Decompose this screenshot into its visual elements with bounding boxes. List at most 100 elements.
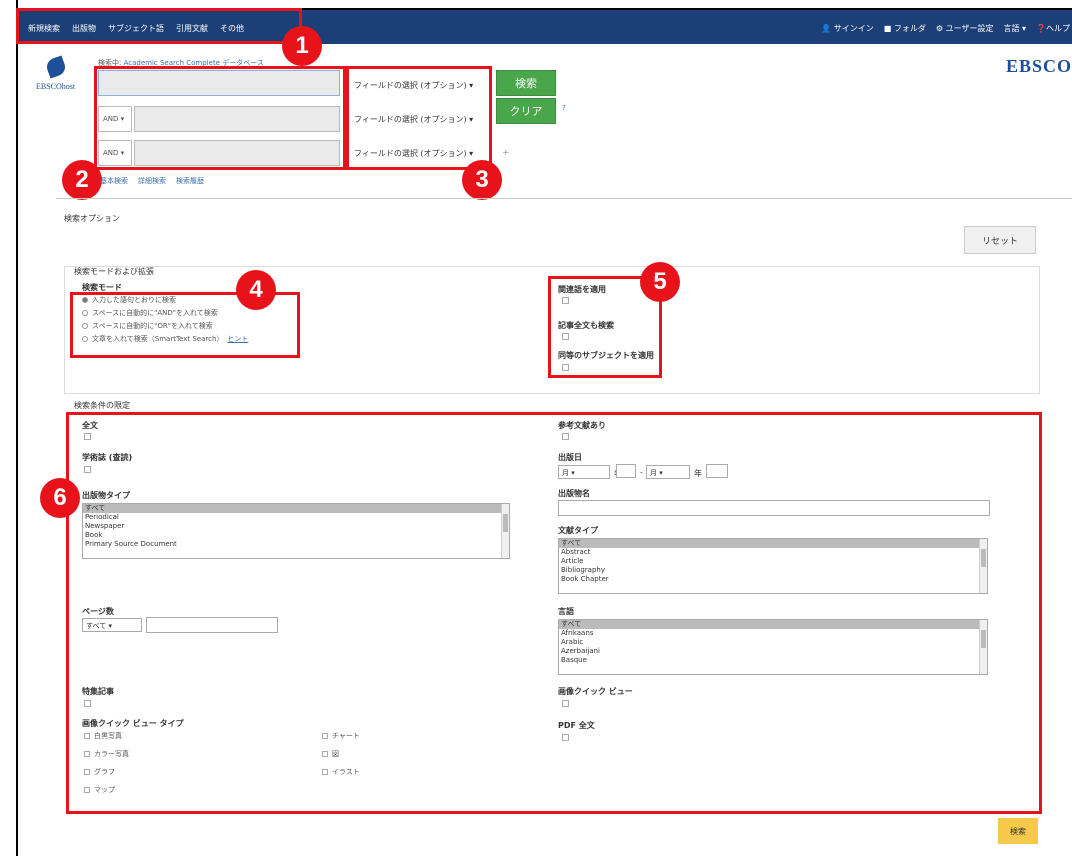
image-type-col1: 白黒写真 カラー写真 グラフ マップ: [84, 730, 129, 796]
bottom-search-button[interactable]: 検索: [998, 818, 1038, 844]
mode-section-title: 検索モードおよび拡張: [74, 267, 154, 276]
help-question-icon[interactable]: ?: [562, 104, 566, 112]
search-history-link[interactable]: 検索履歴: [176, 176, 204, 186]
lang-option[interactable]: Arabic: [559, 638, 987, 647]
pubtype-list[interactable]: すべて Periodical Newspaper Book Primary So…: [82, 503, 510, 559]
fulltext-label: 全文: [82, 421, 98, 430]
leaf-icon: [44, 55, 68, 79]
language-link[interactable]: 言語 ▾: [1003, 23, 1026, 34]
pubtype-label: 出版物タイプ: [82, 491, 130, 500]
sign-in-link[interactable]: 👤 サインイン: [821, 23, 874, 34]
references-checkbox[interactable]: [562, 433, 569, 440]
reset-button[interactable]: リセット: [964, 226, 1036, 254]
pdf-fulltext-label: PDF 全文: [558, 721, 595, 730]
pubtype-option[interactable]: Periodical: [83, 513, 509, 522]
callout-badge-3: 3: [462, 160, 502, 200]
top-right-links: 👤 サインイン ■ フォルダ ⚙ ユーザー設定 言語 ▾ ❓ヘルプ: [821, 23, 1070, 34]
add-row-icon[interactable]: +: [502, 148, 510, 158]
pubtype-scrollbar[interactable]: [501, 504, 509, 558]
image-type-chart[interactable]: チャート: [322, 730, 360, 742]
checkbox-icon: [84, 787, 90, 793]
pages-select[interactable]: すべて ▾: [82, 618, 142, 632]
pubtype-option[interactable]: すべて: [83, 504, 509, 513]
pubdate-year-to[interactable]: [706, 464, 728, 478]
scholarly-checkbox[interactable]: [84, 466, 91, 473]
ebsco-brand: EBSCO: [1005, 56, 1072, 76]
checkbox-icon: [322, 733, 328, 739]
help-label: ヘルプ: [1046, 24, 1070, 33]
advanced-search-link[interactable]: 詳細検索: [138, 176, 166, 186]
help-link[interactable]: ❓ヘルプ: [1036, 23, 1070, 34]
month-to-value: 月: [650, 469, 657, 477]
date-dash: -: [640, 468, 643, 477]
image-type-diagram[interactable]: 図: [322, 748, 360, 760]
pubtype-option[interactable]: Primary Source Document: [83, 540, 509, 549]
basic-search-link[interactable]: 基本検索: [100, 176, 128, 186]
lang-option[interactable]: Basque: [559, 656, 987, 665]
lang-label: 言語: [558, 607, 574, 616]
folder-label: フォルダ: [893, 24, 926, 33]
options-title: 検索オプション: [64, 214, 120, 223]
pubname-label: 出版物名: [558, 489, 590, 498]
scholarly-label: 学術誌 (査読): [82, 453, 133, 462]
image-type-illustration[interactable]: イラスト: [322, 766, 360, 778]
cover-story-checkbox[interactable]: [84, 700, 91, 707]
doctype-scrollbar[interactable]: [979, 539, 987, 593]
image-type-graph-label: グラフ: [94, 768, 115, 776]
doctype-option[interactable]: Article: [559, 557, 987, 566]
references-label: 参考文献あり: [558, 421, 606, 430]
callout-badge-5: 5: [640, 262, 680, 302]
image-type-map-label: マップ: [94, 786, 115, 794]
pubtype-option[interactable]: Newspaper: [83, 522, 509, 531]
doctype-option[interactable]: Book Chapter: [559, 575, 987, 584]
month-from-value: 月: [562, 469, 569, 477]
doctype-option[interactable]: すべて: [559, 539, 987, 548]
pages-input[interactable]: [146, 617, 278, 633]
image-type-illustration-label: イラスト: [332, 768, 360, 776]
image-qv-checkbox[interactable]: [562, 700, 569, 707]
checkbox-icon: [84, 733, 90, 739]
image-type-color[interactable]: カラー写真: [84, 748, 129, 760]
lang-option[interactable]: Azerbaijani: [559, 647, 987, 656]
doctype-list[interactable]: すべて Abstract Article Bibliography Book C…: [558, 538, 988, 594]
doctype-label: 文献タイプ: [558, 526, 598, 535]
highlight-box-1: [16, 8, 302, 44]
search-mode-links: 基本検索 詳細検索 検索履歴: [100, 176, 204, 186]
lang-option[interactable]: Afrikaans: [559, 629, 987, 638]
pubtype-option[interactable]: Book: [83, 531, 509, 540]
divider: [56, 198, 1072, 199]
lang-list[interactable]: すべて Afrikaans Arabic Azerbaijani Basque: [558, 619, 988, 675]
sign-in-label: サインイン: [833, 24, 874, 33]
checkbox-icon: [84, 769, 90, 775]
doctype-option[interactable]: Bibliography: [559, 566, 987, 575]
lang-option[interactable]: すべて: [559, 620, 987, 629]
folder-link[interactable]: ■ フォルダ: [884, 23, 926, 34]
callout-badge-4: 4: [236, 270, 276, 310]
image-type-graph[interactable]: グラフ: [84, 766, 129, 778]
logo-text: EBSCOhost: [36, 82, 76, 91]
pdf-fulltext-checkbox[interactable]: [562, 734, 569, 741]
pubdate-label: 出版日: [558, 453, 582, 462]
image-type-color-label: カラー写真: [94, 750, 129, 758]
image-qv-type-label: 画像クイック ビュー タイプ: [82, 719, 184, 728]
fulltext-checkbox[interactable]: [84, 433, 91, 440]
pubname-input[interactable]: [558, 500, 990, 516]
lang-scrollbar[interactable]: [979, 620, 987, 674]
pubdate-month-from[interactable]: 月 ▾: [558, 465, 610, 479]
preferences-link[interactable]: ⚙ ユーザー設定: [936, 23, 994, 34]
cover-story-label: 特集記事: [82, 687, 114, 696]
highlight-box-2: [94, 66, 346, 170]
pages-select-value: すべて: [86, 622, 107, 630]
pubdate-month-to[interactable]: 月 ▾: [646, 465, 690, 479]
highlight-box-6: [66, 412, 1042, 814]
doctype-option[interactable]: Abstract: [559, 548, 987, 557]
limit-section-title: 検索条件の限定: [74, 401, 130, 410]
highlight-box-3: [346, 66, 492, 170]
image-type-map[interactable]: マップ: [84, 784, 129, 796]
ebscohost-logo[interactable]: EBSCOhost: [36, 55, 76, 91]
clear-button[interactable]: クリア: [496, 98, 556, 124]
search-button[interactable]: 検索: [496, 70, 556, 96]
language-label: 言語: [1003, 24, 1020, 33]
pubdate-year-from[interactable]: [616, 464, 636, 478]
image-type-bw[interactable]: 白黒写真: [84, 730, 129, 742]
